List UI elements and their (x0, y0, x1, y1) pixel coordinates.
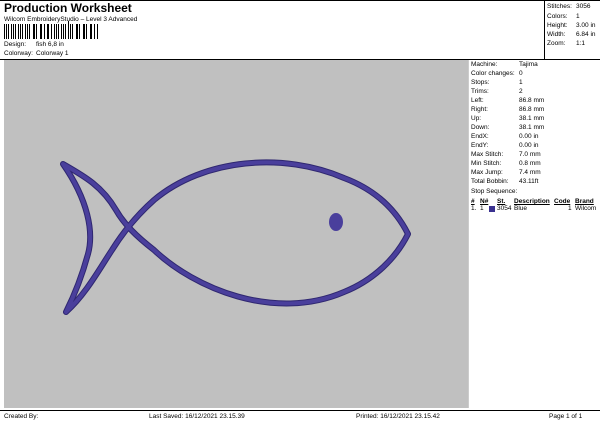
footer-rule (0, 410, 600, 411)
stat-label: Max Jump: (471, 169, 503, 176)
stats-divider (544, 0, 545, 59)
barcode-bar (25, 24, 26, 39)
stat-label: Stops: (471, 79, 490, 86)
barcode-bar (86, 24, 87, 39)
zoom-value: 1:1 (576, 40, 586, 47)
stat-label: Down: (471, 124, 490, 131)
printed-date: Printed: 16/12/2021 23.15.42 (356, 413, 440, 420)
width-label: Width: (547, 31, 566, 38)
barcode-bar (61, 24, 62, 39)
barcode-bar (36, 24, 37, 39)
stat-value: 86.8 mm (519, 106, 545, 113)
barcode-bar (68, 21, 69, 39)
barcode-bar (11, 24, 12, 39)
fish-design (60, 159, 411, 315)
stitches-value: 3056 (576, 3, 591, 10)
colorway-label: Colorway: (4, 50, 33, 57)
header-code: Code (554, 198, 571, 205)
colorway-value: Colorway 1 (36, 50, 69, 57)
cell-code: 1 (568, 205, 572, 212)
barcode-bar (53, 24, 55, 39)
design-preview (4, 60, 468, 408)
stat-label: Right: (471, 106, 488, 113)
header-description: Description (514, 198, 550, 205)
last-saved: Last Saved: 16/12/2021 23.15.39 (149, 413, 245, 420)
worksheet-title: Production Worksheet (4, 1, 132, 15)
created-by: Created By: (4, 413, 39, 420)
cell-st: 3054 (497, 205, 512, 212)
barcode-bar (41, 24, 42, 39)
height-label: Height: (547, 22, 568, 29)
stat-label: Up: (471, 115, 482, 122)
header-brand: Brand (575, 198, 594, 205)
colors-value: 1 (576, 13, 580, 20)
stat-label: Max Stitch: (471, 151, 504, 158)
stat-label: Left: (471, 97, 484, 104)
zoom-label: Zoom: (547, 40, 566, 47)
stat-value: 43.11ft (519, 178, 539, 185)
stat-value: 7.0 mm (519, 151, 541, 158)
height-value: 3.00 in (576, 22, 596, 29)
stat-value: 38.1 mm (519, 124, 545, 131)
stat-value: 0.00 in (519, 142, 539, 149)
stat-label: Color changes: (471, 70, 515, 77)
colors-label: Colors: (547, 13, 568, 20)
barcode-bar (79, 24, 80, 39)
width-value: 6.84 in (576, 31, 596, 38)
barcode-bar (26, 24, 28, 39)
stat-label: Min Stitch: (471, 160, 502, 167)
stat-value: 1 (519, 79, 523, 86)
header-num: # (471, 198, 475, 205)
stat-value: 86.8 mm (519, 97, 545, 104)
barcode-bar (4, 24, 5, 39)
barcode (4, 21, 98, 39)
stat-label: EndX: (471, 133, 489, 140)
stat-label: Trims: (471, 88, 489, 95)
color-swatch (489, 206, 495, 212)
stat-value: 7.4 mm (519, 169, 541, 176)
header-n: N# (480, 198, 489, 205)
cell-num: 1. (471, 205, 477, 212)
page-number: Page 1 of 1 (549, 413, 583, 420)
design-label: Design: (4, 41, 27, 48)
software-name: Wilcom EmbroideryStudio – Level 3 Advanc… (4, 16, 138, 23)
stat-value: 38.1 mm (519, 115, 545, 122)
stat-label: Machine: (471, 61, 498, 68)
cell-description: Blue (514, 205, 528, 212)
cell-n: 1 (480, 205, 484, 212)
stat-label: EndY: (471, 142, 489, 149)
machine-info-panel: Machine: Tajima Color changes: 0 Stops: 1 Trim… (468, 60, 600, 408)
stat-value: 0.8 mm (519, 160, 541, 167)
barcode-bar (69, 24, 71, 39)
design-value: fish 6,8 in (36, 41, 64, 48)
fish-eye (329, 213, 343, 231)
stat-value: 0.00 in (519, 133, 539, 140)
barcode-bar (91, 24, 92, 39)
stat-value: 2 (519, 88, 523, 95)
stat-value: Tajima (519, 61, 538, 68)
stitches-label: Stitches: (547, 3, 572, 10)
top-rule (0, 0, 600, 1)
barcode-bar (48, 24, 49, 39)
stat-value: 0 (519, 70, 523, 77)
header-st: St. (497, 198, 506, 205)
stat-label: Total Bobbin: (471, 178, 509, 185)
cell-brand: Wilcom (575, 205, 597, 212)
stop-sequence-title: Stop Sequence: (471, 188, 518, 195)
barcode-bar (18, 24, 19, 39)
